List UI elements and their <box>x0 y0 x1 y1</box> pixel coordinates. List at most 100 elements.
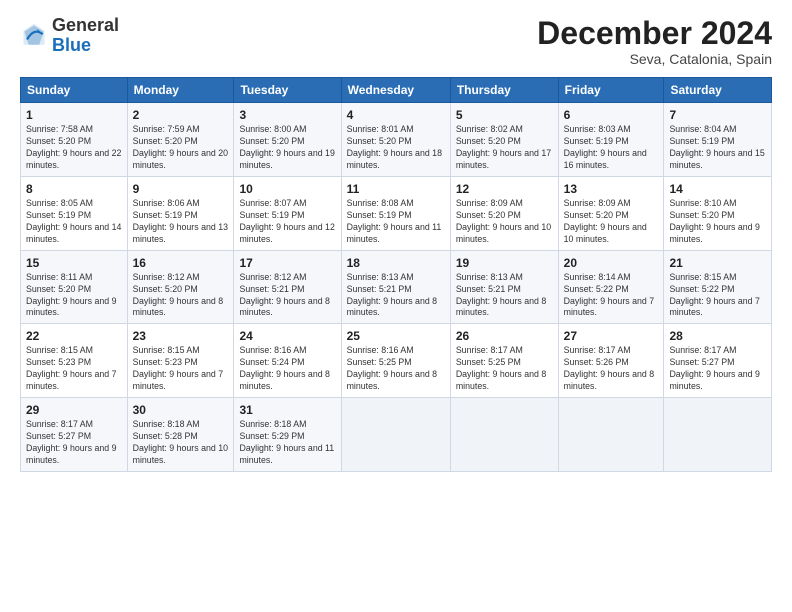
day-info: Sunrise: 8:12 AMSunset: 5:20 PMDaylight:… <box>133 272 229 320</box>
day-info: Sunrise: 8:12 AMSunset: 5:21 PMDaylight:… <box>239 272 335 320</box>
table-row: 18Sunrise: 8:13 AMSunset: 5:21 PMDayligh… <box>341 250 450 324</box>
table-row: 13Sunrise: 8:09 AMSunset: 5:20 PMDayligh… <box>558 176 664 250</box>
table-row: 17Sunrise: 8:12 AMSunset: 5:21 PMDayligh… <box>234 250 341 324</box>
day-number: 30 <box>133 402 229 418</box>
day-info: Sunrise: 8:07 AMSunset: 5:19 PMDaylight:… <box>239 198 335 246</box>
day-info: Sunrise: 8:16 AMSunset: 5:24 PMDaylight:… <box>239 345 335 393</box>
table-row: 30Sunrise: 8:18 AMSunset: 5:28 PMDayligh… <box>127 397 234 471</box>
table-row: 2Sunrise: 7:59 AMSunset: 5:20 PMDaylight… <box>127 103 234 177</box>
day-info: Sunrise: 8:09 AMSunset: 5:20 PMDaylight:… <box>564 198 659 246</box>
day-number: 2 <box>133 107 229 123</box>
day-number: 10 <box>239 181 335 197</box>
table-row: 19Sunrise: 8:13 AMSunset: 5:21 PMDayligh… <box>450 250 558 324</box>
day-number: 5 <box>456 107 553 123</box>
table-row: 4Sunrise: 8:01 AMSunset: 5:20 PMDaylight… <box>341 103 450 177</box>
table-row: 6Sunrise: 8:03 AMSunset: 5:19 PMDaylight… <box>558 103 664 177</box>
day-number: 22 <box>26 328 122 344</box>
day-number: 8 <box>26 181 122 197</box>
calendar-week-row: 15Sunrise: 8:11 AMSunset: 5:20 PMDayligh… <box>21 250 772 324</box>
day-info: Sunrise: 8:08 AMSunset: 5:19 PMDaylight:… <box>347 198 445 246</box>
day-number: 12 <box>456 181 553 197</box>
day-info: Sunrise: 8:13 AMSunset: 5:21 PMDaylight:… <box>347 272 445 320</box>
table-row: 12Sunrise: 8:09 AMSunset: 5:20 PMDayligh… <box>450 176 558 250</box>
day-number: 11 <box>347 181 445 197</box>
title-block: December 2024 Seva, Catalonia, Spain <box>537 16 772 67</box>
day-number: 18 <box>347 255 445 271</box>
calendar-week-row: 22 Sunrise: 8:15 AMSunset: 5:23 PMDayligh… <box>21 324 772 398</box>
table-row: 15Sunrise: 8:11 AMSunset: 5:20 PMDayligh… <box>21 250 128 324</box>
page-subtitle: Seva, Catalonia, Spain <box>537 51 772 67</box>
day-number: 7 <box>669 107 766 123</box>
day-info: Sunrise: 8:13 AMSunset: 5:21 PMDaylight:… <box>456 272 553 320</box>
table-row: 21Sunrise: 8:15 AMSunset: 5:22 PMDayligh… <box>664 250 772 324</box>
day-info: Sunrise: 8:01 AMSunset: 5:20 PMDaylight:… <box>347 124 445 172</box>
calendar-week-row: 8Sunrise: 8:05 AMSunset: 5:19 PMDaylight… <box>21 176 772 250</box>
day-number: 9 <box>133 181 229 197</box>
day-info: Sunrise: 8:02 AMSunset: 5:20 PMDaylight:… <box>456 124 553 172</box>
day-info: Sunrise: 8:18 AMSunset: 5:29 PMDaylight:… <box>239 419 335 467</box>
day-number: 1 <box>26 107 122 123</box>
table-row: 27Sunrise: 8:17 AMSunset: 5:26 PMDayligh… <box>558 324 664 398</box>
day-info: Sunrise: 8:04 AMSunset: 5:19 PMDaylight:… <box>669 124 766 172</box>
day-info: Sunrise: 8:00 AMSunset: 5:20 PMDaylight:… <box>239 124 335 172</box>
day-info: Sunrise: 8:17 AMSunset: 5:27 PMDaylight:… <box>669 345 766 393</box>
day-number: 21 <box>669 255 766 271</box>
logo-text: General Blue <box>52 16 119 56</box>
table-row: 24Sunrise: 8:16 AMSunset: 5:24 PMDayligh… <box>234 324 341 398</box>
table-row: 5Sunrise: 8:02 AMSunset: 5:20 PMDaylight… <box>450 103 558 177</box>
page-title: December 2024 <box>537 16 772 51</box>
day-number: 25 <box>347 328 445 344</box>
day-number: 13 <box>564 181 659 197</box>
day-info: Sunrise: 8:15 AMSunset: 5:23 PMDaylight:… <box>133 345 229 393</box>
calendar-week-row: 1Sunrise: 7:58 AMSunset: 5:20 PMDaylight… <box>21 103 772 177</box>
table-row: 10Sunrise: 8:07 AMSunset: 5:19 PMDayligh… <box>234 176 341 250</box>
table-row <box>341 397 450 471</box>
table-row <box>558 397 664 471</box>
day-info: Sunrise: 8:14 AMSunset: 5:22 PMDaylight:… <box>564 272 659 320</box>
col-sunday: Sunday <box>21 78 128 103</box>
day-info: Sunrise: 8:11 AMSunset: 5:20 PMDaylight:… <box>26 272 122 320</box>
day-info: Sunrise: 8:17 AMSunset: 5:26 PMDaylight:… <box>564 345 659 393</box>
day-number: 24 <box>239 328 335 344</box>
day-info: Sunrise: 8:10 AMSunset: 5:20 PMDaylight:… <box>669 198 766 246</box>
table-row: 28Sunrise: 8:17 AMSunset: 5:27 PMDayligh… <box>664 324 772 398</box>
table-row: 1Sunrise: 7:58 AMSunset: 5:20 PMDaylight… <box>21 103 128 177</box>
col-monday: Monday <box>127 78 234 103</box>
table-row: 20Sunrise: 8:14 AMSunset: 5:22 PMDayligh… <box>558 250 664 324</box>
table-row: 9Sunrise: 8:06 AMSunset: 5:19 PMDaylight… <box>127 176 234 250</box>
table-row: 31Sunrise: 8:18 AMSunset: 5:29 PMDayligh… <box>234 397 341 471</box>
table-row: 26Sunrise: 8:17 AMSunset: 5:25 PMDayligh… <box>450 324 558 398</box>
day-info: Sunrise: 8:06 AMSunset: 5:19 PMDaylight:… <box>133 198 229 246</box>
day-info: Sunrise: 8:03 AMSunset: 5:19 PMDaylight:… <box>564 124 659 172</box>
logo-blue: Blue <box>52 35 91 55</box>
table-row: 11Sunrise: 8:08 AMSunset: 5:19 PMDayligh… <box>341 176 450 250</box>
day-number: 4 <box>347 107 445 123</box>
day-number: 3 <box>239 107 335 123</box>
day-number: 15 <box>26 255 122 271</box>
table-row: 29Sunrise: 8:17 AMSunset: 5:27 PMDayligh… <box>21 397 128 471</box>
day-info: Sunrise: 8:09 AMSunset: 5:20 PMDaylight:… <box>456 198 553 246</box>
day-number: 19 <box>456 255 553 271</box>
day-number: 23 <box>133 328 229 344</box>
day-number: 31 <box>239 402 335 418</box>
table-row: 3Sunrise: 8:00 AMSunset: 5:20 PMDaylight… <box>234 103 341 177</box>
page-header: General Blue December 2024 Seva, Catalon… <box>20 16 772 67</box>
col-tuesday: Tuesday <box>234 78 341 103</box>
logo-icon <box>20 22 48 50</box>
day-number: 29 <box>26 402 122 418</box>
day-info: Sunrise: 8:17 AMSunset: 5:25 PMDaylight:… <box>456 345 553 393</box>
table-row: 8Sunrise: 8:05 AMSunset: 5:19 PMDaylight… <box>21 176 128 250</box>
day-info: Sunrise: 8:15 AMSunset: 5:22 PMDaylight:… <box>669 272 766 320</box>
table-row <box>450 397 558 471</box>
table-row: 23Sunrise: 8:15 AMSunset: 5:23 PMDayligh… <box>127 324 234 398</box>
table-row: 25Sunrise: 8:16 AMSunset: 5:25 PMDayligh… <box>341 324 450 398</box>
table-row: 16Sunrise: 8:12 AMSunset: 5:20 PMDayligh… <box>127 250 234 324</box>
day-info: Sunrise: 8:17 AMSunset: 5:27 PMDaylight:… <box>26 419 122 467</box>
day-number: 20 <box>564 255 659 271</box>
table-row: 22Sunrise: 8:15 AMSunset: 5:23 PMDayligh… <box>21 324 128 398</box>
day-number: 26 <box>456 328 553 344</box>
col-thursday: Thursday <box>450 78 558 103</box>
day-info: Sunrise: 8:05 AMSunset: 5:19 PMDaylight:… <box>26 198 122 246</box>
logo: General Blue <box>20 16 119 56</box>
col-wednesday: Wednesday <box>341 78 450 103</box>
